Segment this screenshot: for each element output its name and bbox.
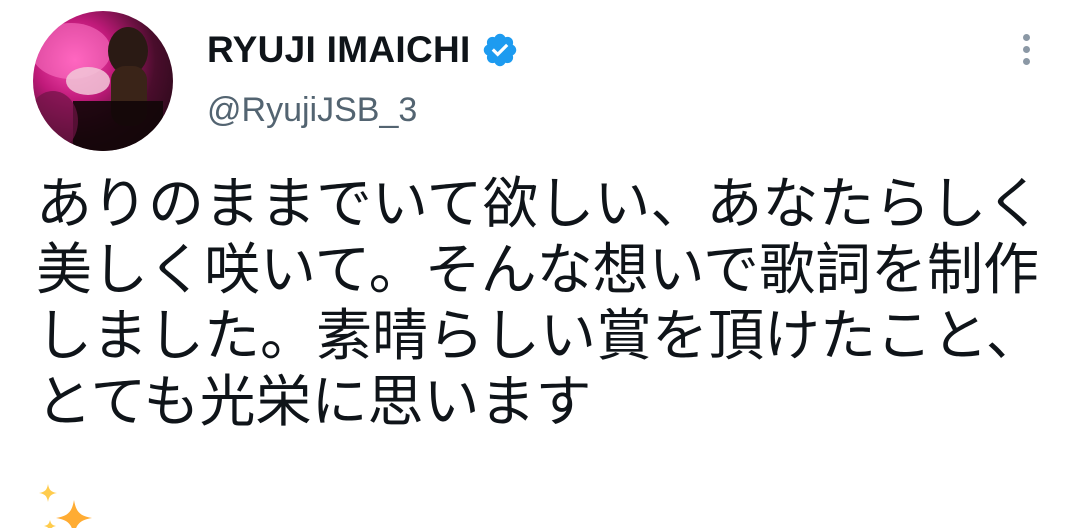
author-handle[interactable]: @RyujiJSB_3 (207, 91, 417, 130)
verified-badge-icon (483, 33, 516, 67)
avatar[interactable] (33, 11, 173, 151)
more-options-icon[interactable] (1014, 34, 1038, 70)
display-name[interactable]: RYUJI IMAICHI (207, 29, 471, 71)
avatar-photo (33, 23, 163, 151)
author-name-row: RYUJI IMAICHI (207, 27, 519, 73)
sparkles-icon (39, 484, 92, 528)
tweet-text: ありのままでいて欲しい、あなたらしく美しく咲いて。そんな想いで歌詞を制作しました… (36, 172, 1043, 435)
tweet-card: RYUJI IMAICHI @RyujiJSB_3 ありのままでいて欲しい、あな… (0, 0, 1080, 528)
